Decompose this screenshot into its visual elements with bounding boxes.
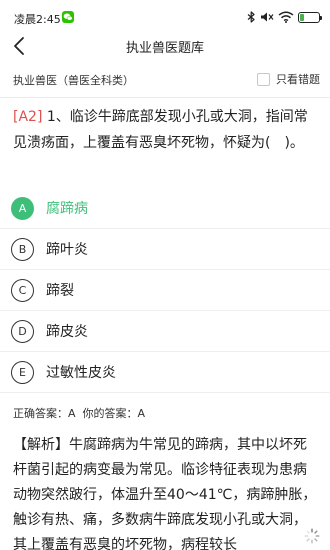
- bluetooth-icon: [247, 11, 255, 23]
- question-stem: [A2] 1、临诊牛蹄底部发现小孔或大洞，指间常见溃疡面，上覆盖有恶臭坏死物，怀…: [13, 104, 319, 156]
- only-wrong-toggle[interactable]: 只看错题: [257, 71, 320, 87]
- correct-answer-value: A: [68, 407, 76, 420]
- option-d[interactable]: D 蹄皮炎: [0, 311, 330, 352]
- only-wrong-label: 只看错题: [276, 73, 320, 86]
- page-title: 执业兽医题库: [125, 41, 204, 56]
- status-bar: 凌晨2:45 21: [0, 0, 330, 34]
- subject-bar: 执业兽医（兽医全科类） 只看错题: [0, 60, 330, 98]
- answer-line: 正确答案：A 你的答案：A: [13, 405, 145, 421]
- explanation-text: 【解析】牛腐蹄病为牛常见的蹄病，其中以坏死杆菌引起的病变最为常见。临诊特征表现为…: [13, 437, 317, 550]
- status-icons: 21: [247, 10, 322, 24]
- wifi-icon: [278, 11, 294, 23]
- option-letter: D: [11, 319, 34, 343]
- battery-level: 21: [304, 12, 314, 21]
- loading-spinner-icon: [304, 528, 320, 544]
- correct-answer-label: 正确答案：: [13, 407, 68, 420]
- status-time: 凌晨2:45: [14, 13, 61, 26]
- option-a[interactable]: A 腐蹄病: [0, 188, 330, 229]
- question-text: 1、临诊牛蹄底部发现小孔或大洞，指间常见溃疡面，上覆盖有恶臭坏死物，怀疑为( )…: [13, 109, 308, 151]
- your-answer-label: 你的答案：: [82, 407, 138, 420]
- option-letter: A: [11, 196, 34, 220]
- option-text: 蹄叶炎: [46, 242, 88, 258]
- your-answer-value: A: [137, 407, 146, 420]
- subject-label: 执业兽医（兽医全科类）: [13, 74, 134, 87]
- option-letter: E: [11, 360, 34, 384]
- option-text: 蹄裂: [46, 283, 74, 299]
- question-type-tag: [A2]: [13, 109, 43, 125]
- battery-icon: 21: [298, 11, 322, 23]
- option-letter: C: [11, 278, 34, 302]
- option-letter: B: [11, 237, 34, 261]
- option-text: 腐蹄病: [46, 201, 88, 217]
- wechat-icon: [62, 11, 74, 23]
- mute-icon: [261, 12, 274, 22]
- option-b[interactable]: B 蹄叶炎: [0, 229, 330, 270]
- option-e[interactable]: E 过敏性皮炎: [0, 352, 330, 393]
- option-list: A 腐蹄病 B 蹄叶炎 C 蹄裂 D 蹄皮炎 E 过敏性皮炎: [0, 188, 330, 393]
- option-text: 蹄皮炎: [46, 324, 88, 340]
- only-wrong-checkbox[interactable]: [257, 72, 270, 86]
- option-text: 过敏性皮炎: [46, 365, 116, 381]
- title-bar: 执业兽医题库: [0, 34, 330, 60]
- option-c[interactable]: C 蹄裂: [0, 270, 330, 311]
